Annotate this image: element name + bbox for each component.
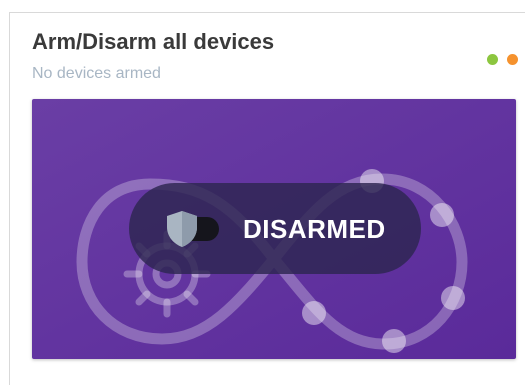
shield-icon bbox=[167, 211, 197, 247]
card-subtitle: No devices armed bbox=[32, 65, 161, 82]
arm-disarm-toggle[interactable]: DISARMED bbox=[129, 183, 421, 274]
arm-disarm-card: Arm/Disarm all devices No devices armed bbox=[9, 12, 525, 385]
card-title: Arm/Disarm all devices bbox=[32, 29, 275, 54]
arm-status-label: DISARMED bbox=[243, 214, 386, 244]
status-dot-green bbox=[487, 54, 498, 65]
arm-disarm-panel: DISARMED bbox=[32, 99, 516, 359]
status-dot-orange bbox=[507, 54, 518, 65]
